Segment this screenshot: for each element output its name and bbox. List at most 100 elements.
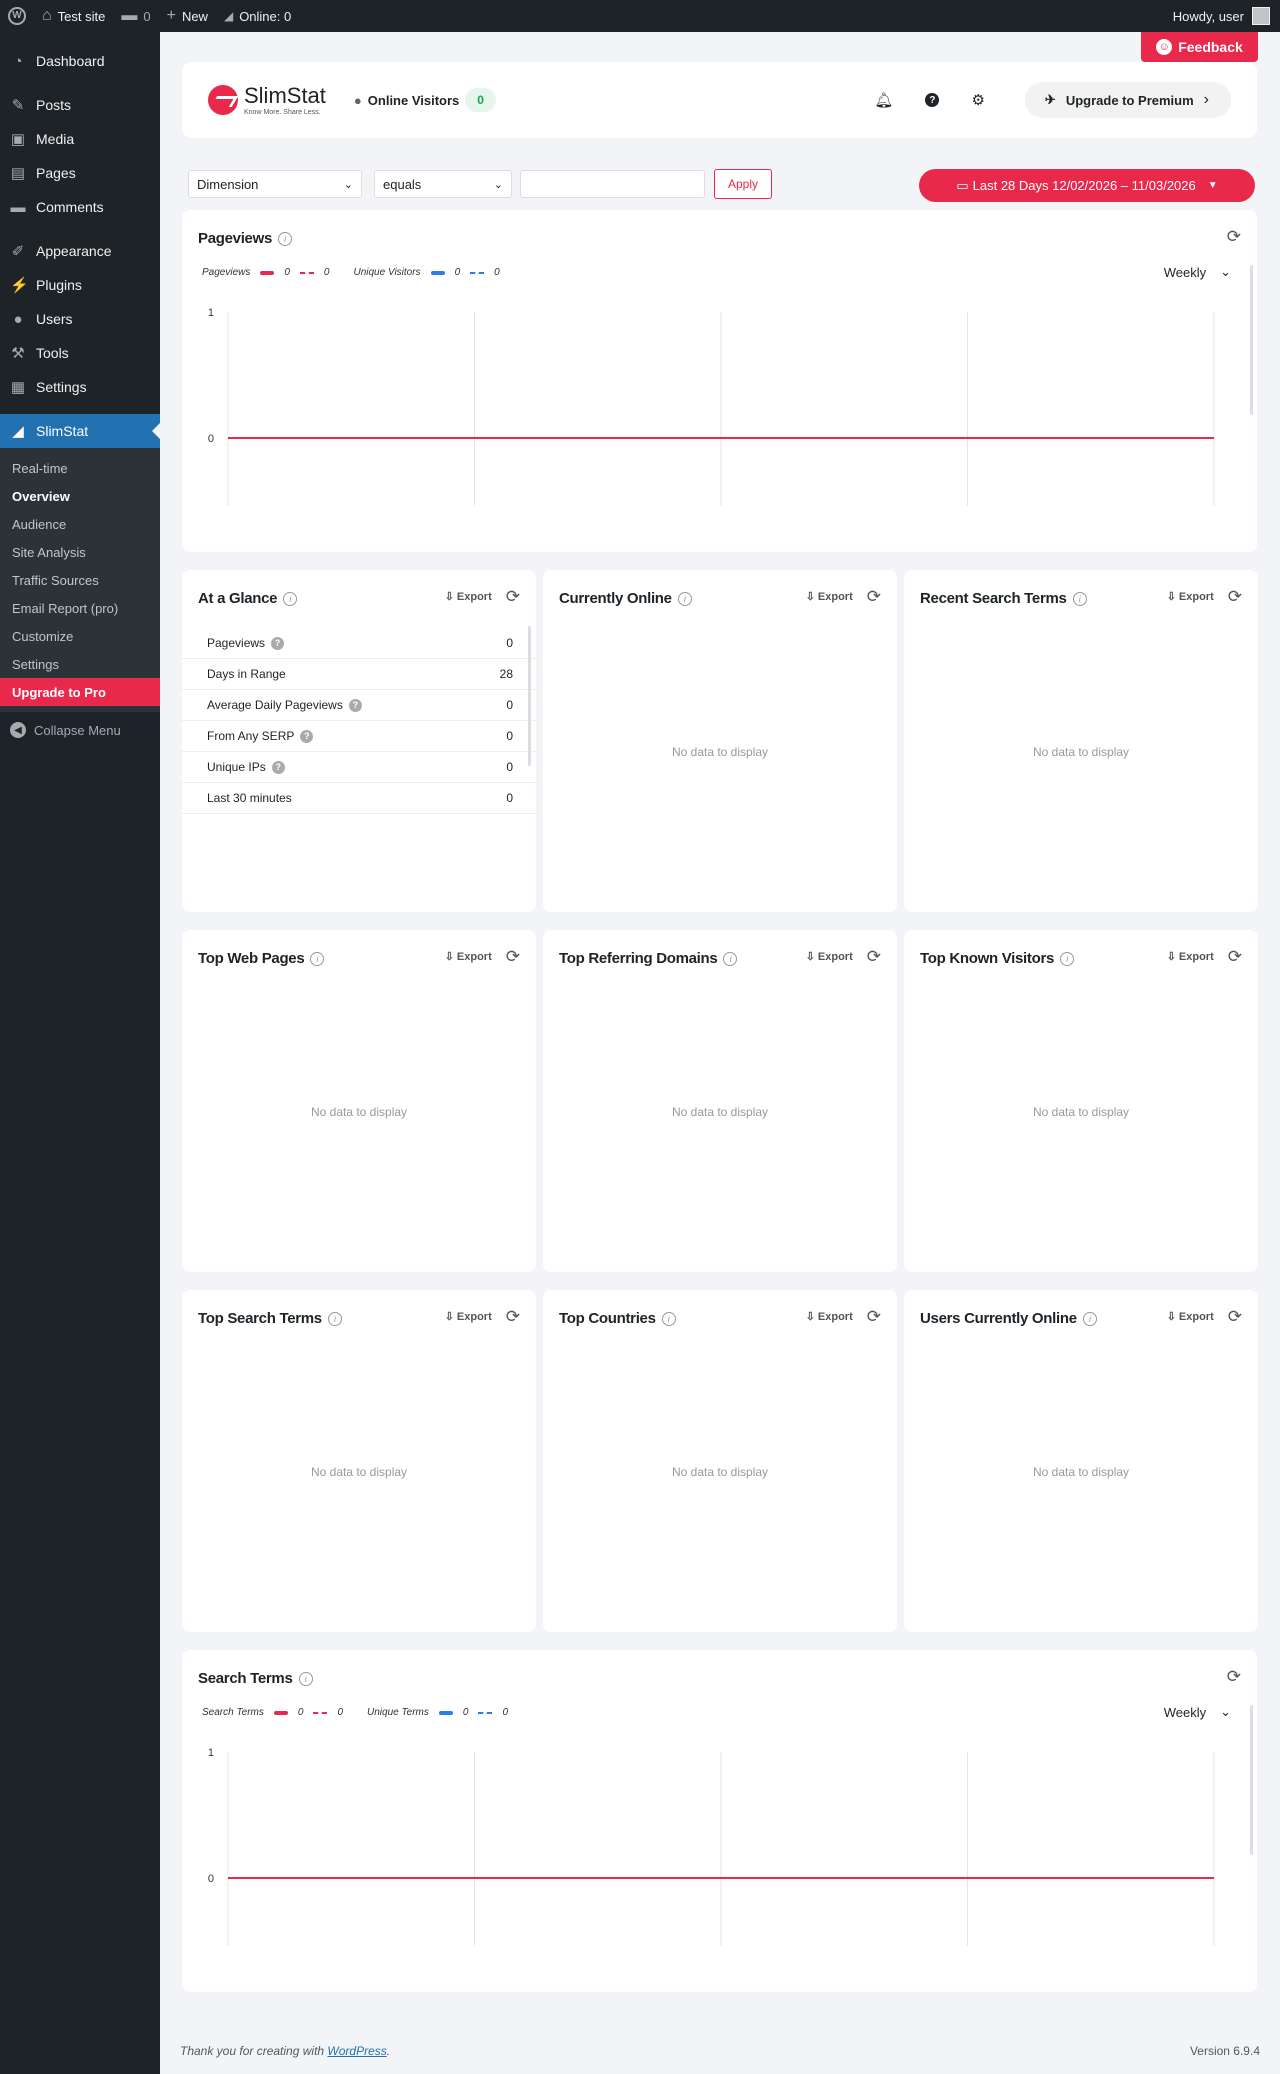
submenu-item-overview[interactable]: Overview (0, 482, 160, 510)
submenu-item-settings[interactable]: Settings (0, 650, 160, 678)
glance-row: Unique IPs? 0 (182, 752, 537, 783)
refresh-icon[interactable]: ⟳ (1227, 1668, 1241, 1685)
submenu-item-customize[interactable]: Customize (0, 622, 160, 650)
glance-row-value: 0 (506, 636, 513, 650)
refresh-icon[interactable]: ⟳ (1227, 228, 1241, 245)
glance-row-label-wrap: Days in Range (207, 667, 286, 681)
dimension-value: Dimension (197, 176, 259, 192)
sidebar-item-media[interactable]: ▣ Media (0, 122, 160, 156)
upgrade-premium-button[interactable]: ✈ Upgrade to Premium › (1024, 82, 1231, 118)
online-counter[interactable]: ◢ Online: 0 (216, 0, 299, 32)
users-icon: ● (13, 310, 23, 328)
operator-select[interactable]: equals ⌄ (374, 170, 512, 198)
export-button[interactable]: ⇩ Export (445, 590, 492, 604)
info-icon[interactable]: i (310, 951, 325, 966)
granularity-select[interactable]: Weekly ⌄ (1164, 1704, 1231, 1720)
info-icon[interactable]: i (278, 231, 293, 246)
comment-icon: ▬ (121, 7, 138, 24)
refresh-icon[interactable]: ⟳ (506, 948, 520, 965)
apply-button[interactable]: Apply (714, 169, 772, 199)
sidebar-upgrade-to-pro[interactable]: Upgrade to Pro (0, 678, 160, 706)
sidebar-item-dashboard[interactable]: ◔ Dashboard (0, 44, 160, 78)
submenu-item-traffic-sources[interactable]: Traffic Sources (0, 566, 160, 594)
refresh-icon[interactable]: ⟳ (867, 1308, 881, 1325)
widget-title: Top Web Pages (198, 950, 305, 967)
sidebar-item-label: Appearance (36, 243, 112, 259)
submenu-item-site-analysis[interactable]: Site Analysis (0, 538, 160, 566)
export-button[interactable]: ⇩ Export (1167, 590, 1214, 604)
sidebar-item-comments[interactable]: ▬ Comments (0, 190, 160, 224)
sidebar-item-settings[interactable]: ▦ Settings (0, 370, 160, 404)
online-visitors[interactable]: ● Online Visitors 0 (354, 88, 496, 112)
refresh-icon[interactable]: ⟳ (506, 588, 520, 605)
info-icon[interactable]: i (723, 951, 738, 966)
scrollbar[interactable] (528, 626, 531, 766)
download-icon: ⇩ (805, 1311, 815, 1323)
glance-row-value: 0 (506, 698, 513, 712)
collapse-menu-button[interactable]: ◀ Collapse Menu (0, 712, 160, 748)
wordpress-link[interactable]: WordPress (327, 2044, 386, 2058)
export-button[interactable]: ⇩ Export (1167, 1310, 1214, 1324)
export-button[interactable]: ⇩ Export (1167, 950, 1214, 964)
card-title: Currently Online i (559, 590, 692, 607)
refresh-icon[interactable]: ⟳ (867, 588, 881, 605)
help-icon[interactable]: ? (348, 698, 362, 712)
scrollbar[interactable] (1250, 265, 1253, 415)
help-icon[interactable]: ? (925, 93, 940, 107)
export-button[interactable]: ⇩ Export (805, 1310, 853, 1324)
gear-icon[interactable]: ⚙ (971, 91, 984, 109)
info-icon[interactable]: i (298, 1671, 313, 1686)
site-name-link[interactable]: ⌂ Test site (34, 0, 113, 32)
help-icon[interactable]: ? (271, 636, 285, 650)
refresh-icon[interactable]: ⟳ (1228, 588, 1242, 605)
export-button[interactable]: ⇩ Export (806, 590, 853, 604)
export-button[interactable]: ⇩ Export (806, 950, 853, 964)
refresh-icon[interactable]: ⟳ (506, 1308, 520, 1325)
legend-series-name: Unique Terms (367, 1707, 429, 1718)
info-icon[interactable]: i (327, 1311, 342, 1326)
info-icon[interactable]: i (1082, 1311, 1097, 1326)
info-icon[interactable]: i (1072, 591, 1087, 606)
legend-solid-swatch (438, 1710, 453, 1715)
rocket-icon: ✈ (1044, 92, 1056, 107)
footer-thanks: Thank you for creating with WordPress. (180, 2044, 390, 2058)
refresh-icon[interactable]: ⟳ (1228, 1308, 1242, 1325)
submenu-item-audience[interactable]: Audience (0, 510, 160, 538)
export-button[interactable]: ⇩ Export (445, 1310, 492, 1324)
submenu-item-email-report-pro-[interactable]: Email Report (pro) (0, 594, 160, 622)
my-account[interactable]: Howdy, user (1173, 7, 1280, 25)
online-visitors-count: 0 (465, 88, 496, 112)
y-tick-label: 1 (208, 1747, 214, 1759)
dimension-select[interactable]: Dimension ⌄ (188, 170, 362, 198)
export-button[interactable]: ⇩ Export (445, 950, 492, 964)
sidebar-item-tools[interactable]: ⚒ Tools (0, 336, 160, 370)
sidebar-item-pages[interactable]: ▤ Pages (0, 156, 160, 190)
info-icon[interactable]: i (677, 591, 692, 606)
scrollbar[interactable] (1250, 1705, 1253, 1855)
legend-previous-value: 0 (502, 1707, 509, 1718)
new-content-button[interactable]: + New (159, 0, 216, 32)
sidebar-item-slimstat[interactable]: ◢ SlimStat (0, 414, 160, 448)
help-icon[interactable]: ? (300, 729, 314, 743)
sidebar-item-plugins[interactable]: ⚡ Plugins (0, 268, 160, 302)
submenu-item-real-time[interactable]: Real-time (0, 454, 160, 482)
info-icon[interactable]: i (661, 1311, 676, 1326)
refresh-icon[interactable]: ⟳ (1228, 948, 1242, 965)
comments-link[interactable]: ▬ 0 (113, 0, 158, 32)
wordpress-logo-button[interactable]: W (0, 0, 34, 32)
filter-value-input[interactable] (520, 170, 705, 198)
date-range-button[interactable]: ▭ Last 28 Days 12/02/2026 – 11/03/2026 ▼ (919, 169, 1255, 202)
sidebar-item-users[interactable]: ● Users (0, 302, 160, 336)
glance-row: Pageviews? 0 (182, 628, 537, 659)
info-icon[interactable]: i (1060, 951, 1075, 966)
bell-icon[interactable]: 🔔︎ (874, 91, 893, 109)
sidebar-item-appearance[interactable]: ✐ Appearance (0, 234, 160, 268)
info-icon[interactable]: i (283, 591, 298, 606)
widget-card-currently-online: Currently Online i ⇩ Export ⟳ No data to disp… (543, 570, 897, 912)
granularity-select[interactable]: Weekly ⌄ (1164, 264, 1231, 280)
online-label: Online: 0 (239, 8, 292, 24)
refresh-icon[interactable]: ⟳ (867, 948, 881, 965)
help-icon[interactable]: ? (271, 760, 285, 774)
sidebar-item-posts[interactable]: ✎ Posts (0, 88, 160, 122)
feedback-button[interactable]: ☺ Feedback (1141, 32, 1258, 62)
